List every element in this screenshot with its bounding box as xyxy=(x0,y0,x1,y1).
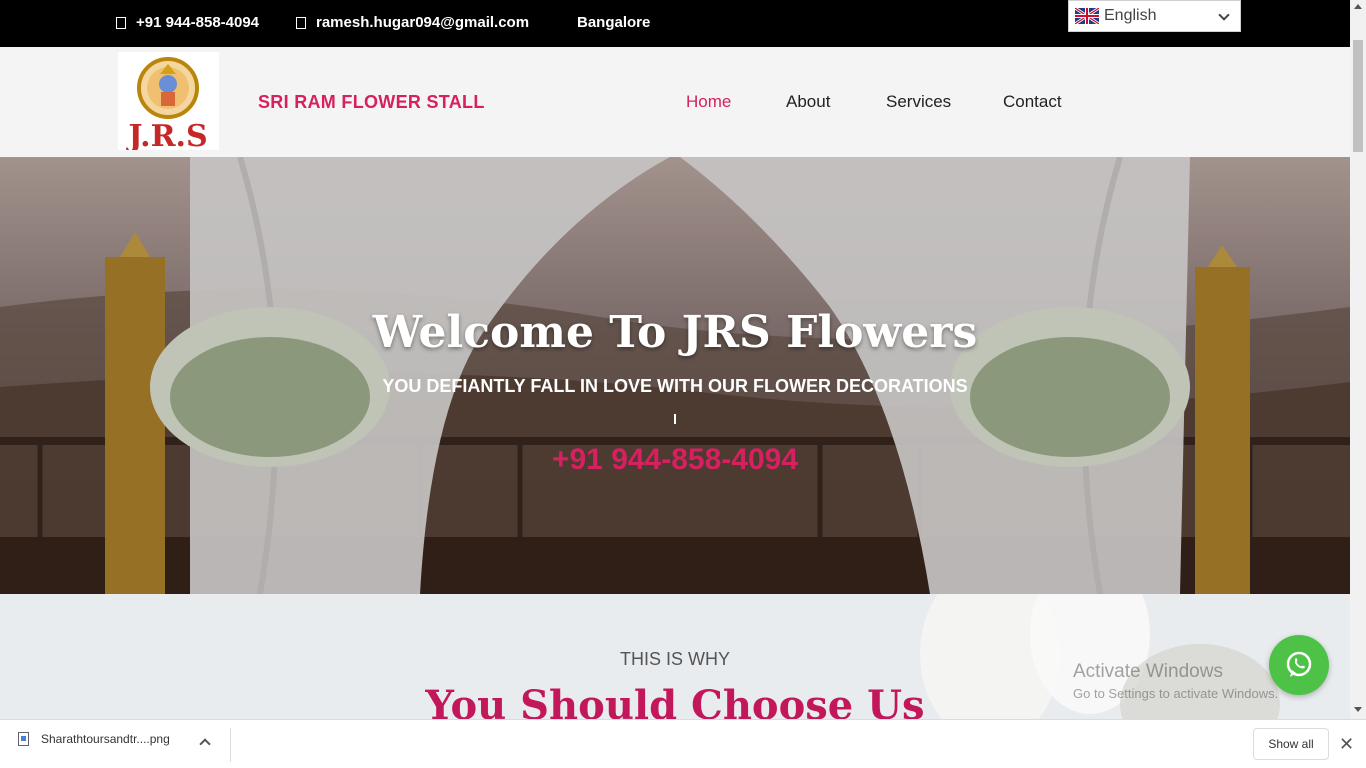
logo-text: J.R.S xyxy=(125,119,207,150)
activate-windows-subtitle: Go to Settings to activate Windows. xyxy=(1073,686,1279,701)
language-select[interactable]: English xyxy=(1068,0,1241,32)
nav-contact[interactable]: Contact xyxy=(1003,92,1062,112)
why-section: THIS IS WHY You Should Choose Us Activat… xyxy=(0,594,1350,719)
site-logo[interactable]: J.R.S xyxy=(118,52,219,154)
topbar-email-text: ramesh.hugar094@gmail.com xyxy=(316,14,530,31)
page-scrollbar[interactable] xyxy=(1350,0,1366,719)
hero-phone[interactable]: +91 944-858-4094 xyxy=(0,443,1350,477)
text-cursor xyxy=(674,414,676,424)
download-item[interactable]: Sharathtoursandtr....png xyxy=(18,732,170,746)
language-label: English xyxy=(1104,7,1157,24)
nav-home[interactable]: Home xyxy=(686,92,731,112)
download-bar: Sharathtoursandtr....png Show all ✕ xyxy=(0,719,1366,768)
brand-name[interactable]: SRI RAM FLOWER STALL xyxy=(258,92,485,113)
divider xyxy=(230,728,231,762)
topbar-location-text: Bangalore xyxy=(577,14,651,31)
file-icon xyxy=(18,732,29,746)
nav-about[interactable]: About xyxy=(786,92,830,112)
topbar-location: Bangalore xyxy=(577,14,650,31)
activate-windows-title: Activate Windows xyxy=(1073,661,1223,682)
chevron-up-icon[interactable] xyxy=(199,738,211,750)
whatsapp-icon xyxy=(1286,651,1312,677)
phone-icon xyxy=(116,16,126,29)
hero-title: Welcome To JRS Flowers xyxy=(372,307,978,358)
scroll-down-arrow-icon[interactable] xyxy=(1354,707,1362,712)
nav-services[interactable]: Services xyxy=(886,92,951,112)
topbar-phone-text: +91 944-858-4094 xyxy=(136,14,260,31)
chevron-down-icon xyxy=(1218,9,1230,21)
scrollbar-thumb[interactable] xyxy=(1353,40,1363,152)
uk-flag-icon xyxy=(1075,8,1099,24)
hero-banner: Welcome To JRS Flowers YOU DEFIANTLY FAL… xyxy=(0,157,1350,594)
topbar-phone[interactable]: +91 944-858-4094 xyxy=(116,14,259,31)
site-header: J.R.S SRI RAM FLOWER STALL Home About Se… xyxy=(0,47,1350,157)
scroll-up-arrow-icon[interactable] xyxy=(1354,4,1362,9)
download-file-name: Sharathtoursandtr....png xyxy=(41,732,170,746)
close-icon[interactable]: ✕ xyxy=(1339,734,1354,755)
whatsapp-button[interactable] xyxy=(1269,635,1329,695)
show-all-button[interactable]: Show all xyxy=(1253,728,1329,760)
topbar-email[interactable]: ramesh.hugar094@gmail.com xyxy=(296,14,529,31)
page: +91 944-858-4094 ramesh.hugar094@gmail.c… xyxy=(0,0,1366,768)
envelope-icon xyxy=(296,16,306,29)
hero-subtitle: YOU DEFIANTLY FALL IN LOVE WITH OUR FLOW… xyxy=(382,376,968,396)
